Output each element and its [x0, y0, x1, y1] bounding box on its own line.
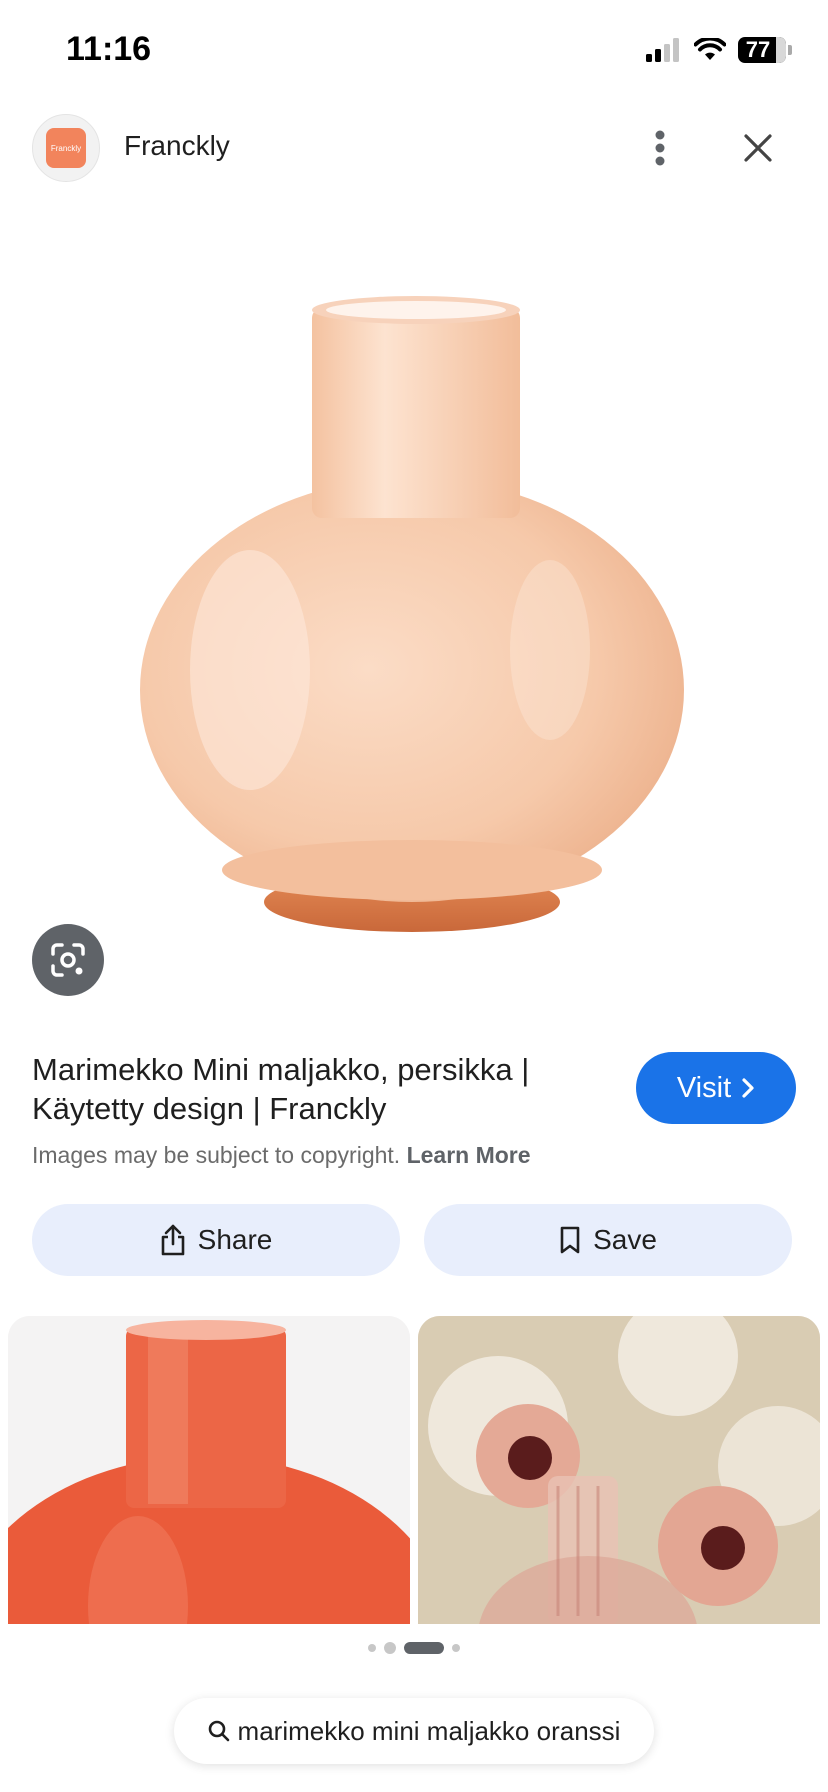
pagination-dot: [452, 1644, 460, 1652]
copyright-notice: Images may be subject to copyright. Lear…: [32, 1142, 531, 1169]
wifi-icon: [694, 38, 726, 60]
orange-vase-thumbnail: [8, 1316, 410, 1624]
save-label: Save: [593, 1224, 657, 1255]
pagination-dot: [368, 1644, 376, 1652]
share-label: Share: [197, 1224, 273, 1255]
signal-icon: [646, 38, 679, 62]
learn-more-link[interactable]: Learn More: [407, 1142, 531, 1168]
visit-label: Visit: [676, 1071, 732, 1104]
battery-icon: 77: [738, 37, 792, 63]
search-icon: [208, 1720, 229, 1742]
pagination-dots: [0, 1642, 828, 1654]
more-options-button[interactable]: [640, 120, 680, 176]
status-icons: 77: [646, 34, 792, 66]
more-vert-icon: [655, 130, 665, 166]
lens-button[interactable]: [32, 924, 104, 996]
image-title[interactable]: Marimekko Mini maljakko, persikka | Käyt…: [32, 1050, 602, 1128]
share-button[interactable]: Share: [32, 1204, 400, 1276]
source-header: Franckly Franckly: [0, 112, 828, 182]
pagination-dot: [384, 1642, 396, 1654]
source-avatar[interactable]: Franckly: [32, 114, 100, 182]
related-image-1[interactable]: [8, 1316, 410, 1624]
close-button[interactable]: [734, 122, 782, 174]
battery-level: 77: [745, 37, 771, 62]
glass-vase-thumbnail: [418, 1316, 820, 1624]
source-logo: Franckly: [46, 128, 86, 168]
main-product-image[interactable]: [130, 290, 700, 950]
search-query: marimekko mini maljakko oranssi: [237, 1715, 621, 1746]
status-time: 11:16: [66, 30, 152, 68]
close-icon: [744, 134, 772, 162]
lens-icon: [51, 943, 85, 977]
source-name[interactable]: Franckly: [124, 130, 230, 162]
share-icon: [161, 1224, 184, 1256]
bookmark-icon: [560, 1226, 580, 1254]
copyright-text: Images may be subject to copyright.: [32, 1142, 401, 1168]
related-search-chip[interactable]: marimekko mini maljakko oranssi: [174, 1698, 654, 1764]
status-bar: 11:16 77: [0, 0, 828, 100]
visit-button[interactable]: Visit: [636, 1052, 796, 1124]
save-button[interactable]: Save: [424, 1204, 792, 1276]
related-image-2[interactable]: [418, 1316, 820, 1624]
pagination-dot-active: [404, 1642, 444, 1654]
chevron-right-icon: [742, 1078, 754, 1098]
